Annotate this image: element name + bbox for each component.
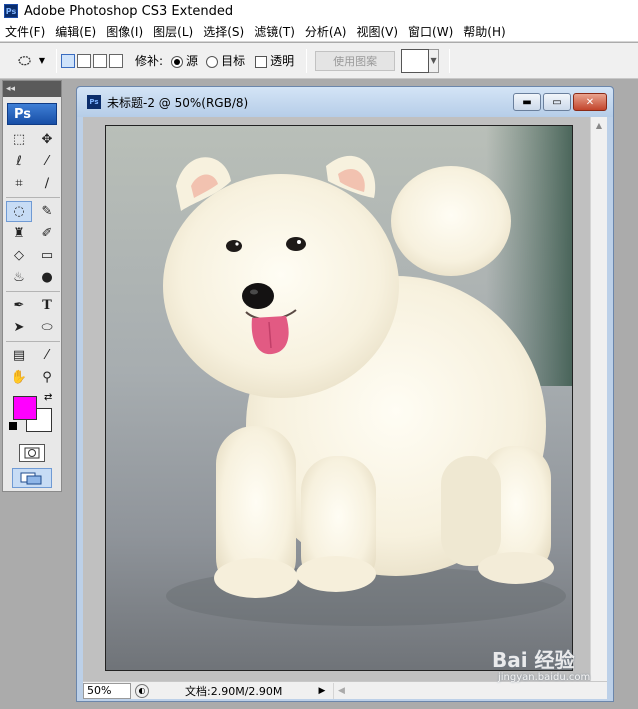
document-title-bar[interactable]: Ps 未标题-2 @ 50%(RGB/8) ▬ ▭ ✕: [77, 87, 613, 117]
app-title: Adobe Photoshop CS3 Extended: [24, 3, 234, 19]
patch-icon[interactable]: ◌: [6, 201, 32, 222]
document-title: 未标题-2 @ 50%(RGB/8): [107, 95, 249, 110]
pattern-dropdown-icon[interactable]: ▼: [429, 48, 440, 73]
slice-icon[interactable]: ∕: [34, 173, 60, 194]
dodge-icon[interactable]: ●: [34, 267, 60, 288]
vertical-scrollbar[interactable]: ▲: [590, 117, 607, 683]
screen-mode-button[interactable]: [12, 468, 52, 488]
hand-icon[interactable]: ✋: [6, 367, 32, 388]
divider: [6, 291, 60, 292]
menu-window[interactable]: 窗口(W): [403, 23, 458, 40]
maximize-icon: ▭: [552, 96, 562, 108]
menu-help[interactable]: 帮助(H): [458, 23, 510, 40]
quick-mask-button[interactable]: [19, 444, 45, 462]
default-colors-icon[interactable]: [9, 422, 17, 430]
menu-analysis[interactable]: 分析(A): [300, 23, 352, 40]
type-icon[interactable]: T: [34, 295, 60, 316]
menu-select[interactable]: 选择(S): [198, 23, 249, 40]
color-swatches: ⇄: [6, 392, 58, 438]
use-pattern-button[interactable]: 使用图案: [315, 50, 396, 71]
transparent-checkbox[interactable]: [255, 55, 268, 68]
watermark: Bai 经验 jingyan.baidu.com: [492, 640, 622, 690]
path-select-icon[interactable]: ➤: [6, 317, 32, 338]
divider: [56, 48, 57, 73]
scroll-left-icon[interactable]: ◀: [338, 686, 345, 696]
history-brush-icon[interactable]: ✐: [34, 223, 60, 244]
notes-icon[interactable]: ▤: [6, 345, 32, 366]
marquee-icon[interactable]: ⬚: [6, 129, 32, 150]
eyedropper-icon[interactable]: ⁄: [34, 345, 60, 366]
subtract-selection-button[interactable]: [93, 53, 107, 68]
toolbox-panel: ◂◂ Ps ⬚ ✥ ℓ ⁄ ⌗ ∕ ◌ ✎ ♜ ✐ ◇ ▭ ♨ ● ✒ T ➤ …: [2, 80, 62, 492]
document-info: 文档:2.90M/2.90M: [185, 684, 283, 698]
watermark-url: jingyan.baidu.com: [498, 672, 591, 683]
lasso-icon[interactable]: ℓ: [6, 151, 32, 172]
document-canvas-area: ▲: [83, 117, 607, 683]
divider: [449, 48, 451, 73]
zoom-level-field[interactable]: 50%: [83, 682, 131, 699]
intersect-selection-button[interactable]: [109, 53, 123, 68]
divider: [306, 48, 308, 73]
minimize-button[interactable]: ▬: [513, 93, 541, 111]
ellipse-icon[interactable]: ⬭: [34, 317, 60, 338]
swap-colors-icon[interactable]: ⇄: [44, 392, 52, 403]
menu-filter[interactable]: 滤镜(T): [249, 23, 300, 40]
app-title-bar: Ps Adobe Photoshop CS3 Extended: [0, 0, 638, 22]
clone-stamp-icon[interactable]: ♜: [6, 223, 32, 244]
destination-label: 目标: [221, 54, 246, 68]
transparent-label: 透明: [270, 54, 295, 68]
blur-icon[interactable]: ♨: [6, 267, 32, 288]
photoshop-logo-icon: Ps: [4, 4, 18, 18]
document-window: Ps 未标题-2 @ 50%(RGB/8) ▬ ▭ ✕ ▲ 50% ◐ 文档:2…: [76, 86, 614, 702]
status-info-icon[interactable]: ◐: [135, 683, 149, 698]
move-icon[interactable]: ✥: [34, 129, 60, 150]
menu-bar: 文件(F) 编辑(E) 图像(I) 图层(L) 选择(S) 滤镜(T) 分析(A…: [0, 22, 638, 42]
maximize-button[interactable]: ▭: [543, 93, 571, 111]
watermark-text: Bai 经验: [492, 648, 575, 672]
destination-radio[interactable]: [206, 55, 219, 68]
chevron-down-icon: ▼: [38, 56, 46, 65]
foreground-color-swatch[interactable]: [13, 396, 37, 420]
magic-wand-icon[interactable]: ⁄: [34, 151, 60, 172]
document-icon: Ps: [87, 95, 101, 109]
close-button[interactable]: ✕: [573, 93, 607, 111]
puppy-photo: [106, 126, 572, 670]
patch-label: 修补:: [135, 54, 164, 68]
menu-layer[interactable]: 图层(L): [148, 23, 198, 40]
minimize-icon: ▬: [522, 96, 532, 108]
image-canvas[interactable]: [105, 125, 573, 671]
crop-icon[interactable]: ⌗: [6, 173, 32, 194]
eraser-icon[interactable]: ◇: [6, 245, 32, 266]
patch-icon: [18, 55, 31, 65]
pattern-swatch[interactable]: [401, 48, 430, 73]
menu-file[interactable]: 文件(F): [0, 23, 50, 40]
options-bar: ▼ 修补: 源 目标 透明 使用图案 ▼: [0, 43, 638, 79]
gradient-icon[interactable]: ▭: [34, 245, 60, 266]
source-label: 源: [186, 54, 199, 68]
divider: [6, 341, 60, 342]
close-icon: ✕: [585, 96, 595, 108]
toolbox-logo[interactable]: Ps: [7, 103, 57, 125]
divider: [6, 197, 60, 198]
brush-icon[interactable]: ✎: [34, 201, 60, 222]
tool-preset-picker[interactable]: ▼: [8, 48, 52, 74]
add-to-selection-button[interactable]: [77, 53, 91, 68]
new-selection-button[interactable]: [61, 53, 75, 68]
toolbox-collapse-handle[interactable]: ◂◂: [3, 81, 61, 97]
screen-mode-icon: [20, 472, 42, 485]
menu-edit[interactable]: 编辑(E): [50, 23, 101, 40]
pen-icon[interactable]: ✒: [6, 295, 32, 316]
menu-view[interactable]: 视图(V): [351, 23, 403, 40]
source-radio[interactable]: [171, 55, 184, 68]
zoom-icon[interactable]: ⚲: [34, 367, 60, 388]
menu-image[interactable]: 图像(I): [101, 23, 148, 40]
quick-mask-icon: [24, 447, 40, 459]
scroll-up-icon[interactable]: ▲: [591, 117, 607, 134]
status-menu-arrow-icon[interactable]: ▶: [315, 684, 329, 698]
